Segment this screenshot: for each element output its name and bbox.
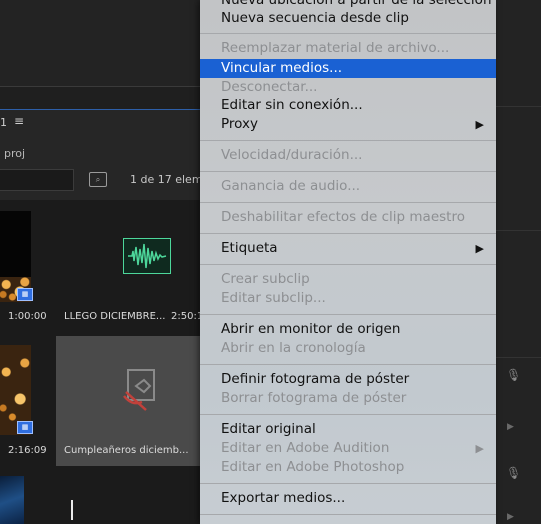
submenu-arrow-icon: ▶ (475, 442, 484, 455)
menu-item-edit-offline[interactable]: Editar sin conexión... (200, 96, 496, 115)
audio-clip-thumbnail[interactable] (123, 238, 171, 274)
menu-item-label: Editar en Adobe Audition (221, 440, 390, 456)
submenu-arrow-icon: ▶ (475, 242, 484, 255)
submenu-arrow-icon: ▶ (475, 118, 484, 131)
panel-topbar (0, 0, 200, 86)
divider (496, 230, 541, 231)
menu-separator (200, 264, 496, 265)
divider (496, 106, 541, 107)
scrub-indicator[interactable] (71, 500, 73, 520)
search-input[interactable] (0, 169, 74, 191)
menu-item-set-poster-frame[interactable]: Definir fotograma de póster (200, 370, 496, 389)
menu-item-export-media[interactable]: Exportar medios... (200, 489, 496, 508)
menu-separator (200, 514, 496, 515)
clip-name: LLEGO DICIEMBRE... (64, 311, 166, 322)
menu-item-clear-poster-frame[interactable]: Borrar fotograma de póster (200, 389, 496, 408)
context-menu: Nueva ubicación a partir de la selección… (200, 0, 496, 524)
menu-item-label: Proxy (221, 116, 258, 132)
menu-separator (200, 483, 496, 484)
offline-media-icon (118, 366, 162, 418)
menu-item-open-in-source-monitor[interactable]: Abrir en monitor de origen (200, 320, 496, 339)
clip-name: Cumpleañeros diciemb... (64, 445, 188, 456)
right-panel-strip (496, 0, 541, 524)
menu-separator (200, 171, 496, 172)
play-icon[interactable]: ▶ (507, 512, 514, 522)
clip-duration: 1:00:00 (8, 311, 47, 322)
menu-separator (200, 140, 496, 141)
item-count: 1 de 17 eleme (130, 173, 210, 186)
menu-item-label-color[interactable]: Etiqueta ▶ (200, 239, 496, 258)
menu-item-disable-masterclip-effects[interactable]: Deshabilitar efectos de clip maestro (200, 208, 496, 227)
play-icon[interactable]: ▶ (507, 422, 514, 432)
sequence-badge-icon: ▦ (17, 421, 33, 434)
clip-thumbnail[interactable] (0, 211, 31, 277)
waveform-icon (128, 243, 167, 269)
panel-number: 1 (0, 116, 7, 129)
menu-item-edit-in-audition[interactable]: Editar en Adobe Audition ▶ (200, 439, 496, 458)
sequence-badge-icon: ▦ (17, 288, 33, 301)
menu-item-new-sequence-from-clip[interactable]: Nueva secuencia desde clip (200, 9, 496, 28)
menu-separator (200, 414, 496, 415)
menu-separator (200, 364, 496, 365)
menu-item-edit-original[interactable]: Editar original (200, 420, 496, 439)
menu-item-edit-in-photoshop[interactable]: Editar en Adobe Photoshop (200, 458, 496, 477)
menu-item-proxy[interactable]: Proxy ▶ (200, 115, 496, 134)
menu-separator (200, 202, 496, 203)
panel-tab-bar[interactable] (0, 86, 200, 111)
menu-separator (200, 314, 496, 315)
menu-item-audio-gain[interactable]: Ganancia de audio... (200, 177, 496, 196)
microphone-icon[interactable]: 🎙 (506, 368, 521, 382)
clip-thumbnail[interactable] (0, 476, 24, 524)
panel-menu-icon[interactable]: ≡ (14, 114, 24, 128)
menu-separator (200, 33, 496, 34)
clip-duration: 2:16:09 (8, 445, 47, 456)
menu-item-replace-footage[interactable]: Reemplazar material de archivo... (200, 39, 496, 58)
project-name: proj (4, 147, 26, 160)
microphone-icon[interactable]: 🎙 (506, 466, 521, 480)
menu-item-label: Etiqueta (221, 240, 278, 256)
menu-item-make-subclip[interactable]: Crear subclip (200, 270, 496, 289)
menu-item-link-media[interactable]: Vincular medios... (200, 59, 496, 78)
menu-item-edit-subclip[interactable]: Editar subclip... (200, 289, 496, 308)
menu-item-disconnect[interactable]: Desconectar... (200, 78, 496, 97)
menu-item-speed-duration[interactable]: Velocidad/duración... (200, 146, 496, 165)
menu-separator (200, 233, 496, 234)
clip-duration: 2:50:1 (171, 311, 204, 322)
project-panel-header (0, 110, 200, 206)
divider (496, 357, 541, 358)
menu-item-open-in-timeline[interactable]: Abrir en la cronología (200, 339, 496, 358)
new-bin-icon[interactable]: ⌕ (89, 172, 107, 187)
